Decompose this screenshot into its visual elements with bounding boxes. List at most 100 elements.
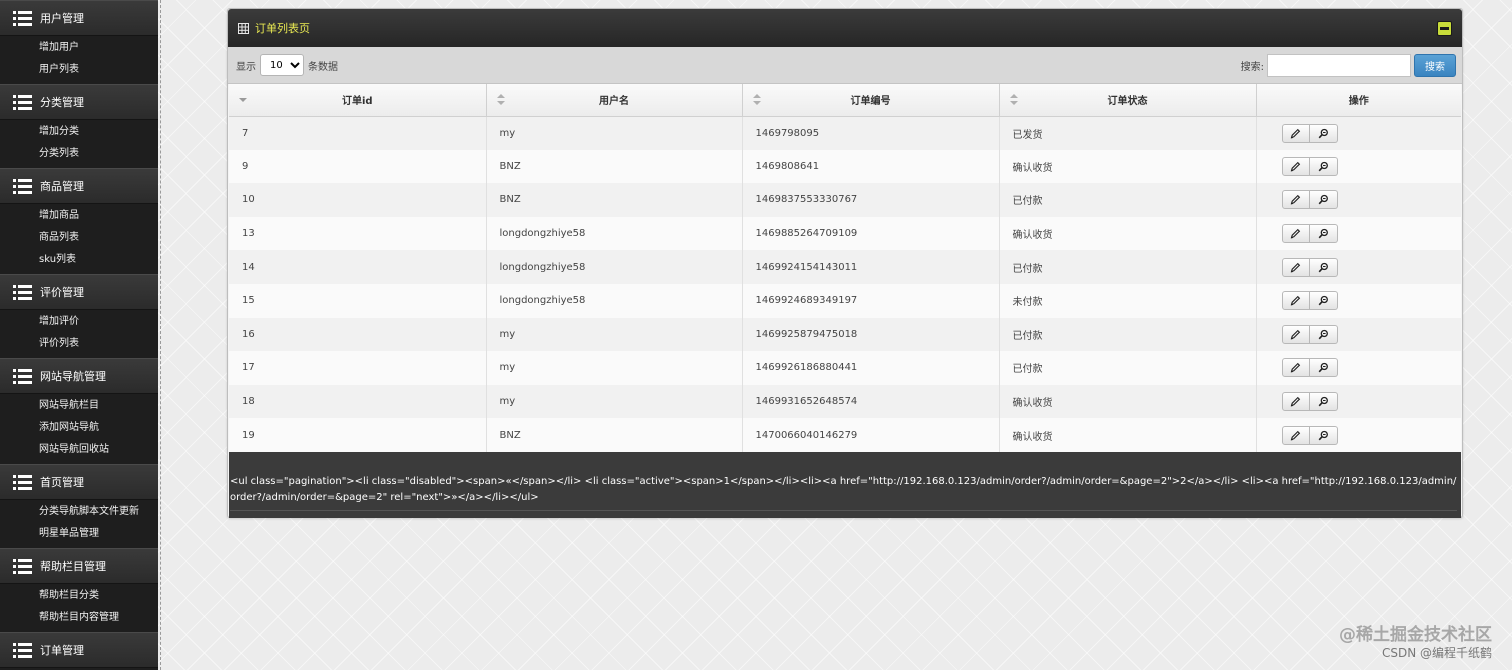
sidebar-item[interactable]: 用户列表: [0, 59, 158, 81]
nav-group-header[interactable]: 订单管理: [0, 632, 158, 668]
nav-group-title: 用户管理: [40, 12, 84, 25]
sidebar-item[interactable]: 明星单品管理: [0, 523, 158, 545]
sidebar-item[interactable]: 网站导航栏目: [0, 395, 158, 417]
view-button[interactable]: [1309, 291, 1338, 311]
nav-group: 分类管理 增加分类 分类列表: [0, 84, 158, 168]
sidebar-item[interactable]: 增加评价: [0, 311, 158, 333]
search-button[interactable]: 搜索: [1414, 54, 1456, 77]
view-button[interactable]: [1309, 190, 1338, 210]
sidebar-item[interactable]: 商品列表: [0, 227, 158, 249]
table-row: 19 BNZ 1470066040146279 确认收货: [229, 418, 1461, 452]
list-icon: [13, 178, 32, 194]
sidebar-divider: [160, 0, 161, 670]
nav-group-title: 帮助栏目管理: [40, 560, 106, 573]
column-header-order-status[interactable]: 订单状态: [999, 84, 1257, 117]
edit-icon: [1290, 296, 1301, 306]
nav-group: 订单管理订单列表: [0, 632, 158, 670]
edit-button[interactable]: [1281, 156, 1310, 176]
view-button[interactable]: [1309, 257, 1338, 277]
sidebar-item[interactable]: 添加网站导航: [0, 417, 158, 439]
view-button[interactable]: [1309, 224, 1338, 244]
row-action-group: [1281, 392, 1338, 412]
edit-button[interactable]: [1281, 190, 1310, 210]
view-button[interactable]: [1309, 358, 1338, 378]
sidebar-item[interactable]: 网站导航回收站: [0, 439, 158, 461]
cell-order-status: 确认收货: [999, 149, 1257, 184]
cell-order-number: 1469798095: [742, 116, 1000, 150]
cell-order-status: 已付款: [999, 317, 1257, 352]
nav-group-items: 网站导航栏目 添加网站导航 网站导航回收站: [0, 394, 158, 464]
view-button[interactable]: [1309, 425, 1338, 445]
nav-group-header[interactable]: 首页管理: [0, 464, 158, 500]
sidebar-item[interactable]: 增加用户: [0, 37, 158, 59]
cell-order-status: 确认收货: [999, 384, 1257, 419]
column-header-order-id[interactable]: 订单id: [229, 84, 487, 117]
edit-button[interactable]: [1281, 358, 1310, 378]
nav-group-header[interactable]: 网站导航管理: [0, 358, 158, 394]
sidebar-item[interactable]: 增加商品: [0, 205, 158, 227]
cell-order-status: 确认收货: [999, 418, 1257, 452]
nav-group-header[interactable]: 商品管理: [0, 168, 158, 204]
edit-button[interactable]: [1281, 224, 1310, 244]
nav-group: 商品管理 增加商品 商品列表 sku列表: [0, 168, 158, 274]
view-button[interactable]: [1309, 392, 1338, 412]
search-input[interactable]: [1267, 54, 1411, 77]
list-icon: [13, 642, 32, 658]
view-button[interactable]: [1309, 123, 1338, 143]
page-size-select[interactable]: 102550100: [260, 54, 304, 76]
edit-icon: [1290, 329, 1301, 340]
cell-actions: [1256, 116, 1461, 150]
cell-username: BNZ: [486, 183, 743, 217]
table-toolbar: 显示 102550100 条数据 搜索: 搜索: [228, 47, 1462, 84]
edit-icon: [1290, 363, 1301, 373]
cell-username: BNZ: [486, 418, 743, 452]
view-icon: [1318, 195, 1328, 205]
cell-order-id: 13: [229, 216, 487, 251]
row-action-group: [1281, 190, 1338, 210]
table-icon: [238, 22, 249, 34]
cell-order-id: 9: [229, 149, 487, 184]
edit-button[interactable]: [1281, 291, 1310, 311]
view-button[interactable]: [1309, 156, 1338, 176]
column-header-username[interactable]: 用户名: [486, 84, 743, 117]
cell-username: longdongzhiye58: [486, 250, 743, 284]
sidebar-item[interactable]: 帮助栏目内容管理: [0, 607, 158, 629]
cell-order-id: 7: [229, 116, 487, 150]
edit-button[interactable]: [1281, 392, 1310, 412]
edit-button[interactable]: [1281, 425, 1310, 445]
column-header-order-number[interactable]: 订单编号: [742, 84, 1000, 117]
sidebar-item[interactable]: 增加分类: [0, 121, 158, 143]
table-row: 13 longdongzhiye58 1469885264709109 确认收货: [229, 216, 1461, 251]
edit-icon: [1290, 195, 1301, 205]
cell-order-id: 15: [229, 283, 487, 318]
sidebar-item[interactable]: sku列表: [0, 249, 158, 271]
edit-button[interactable]: [1281, 123, 1310, 143]
sidebar-item[interactable]: 评价列表: [0, 333, 158, 355]
nav-group-header[interactable]: 用户管理: [0, 0, 158, 36]
collapse-button[interactable]: [1437, 21, 1452, 36]
nav-group-header[interactable]: 分类管理: [0, 84, 158, 120]
edit-button[interactable]: [1281, 257, 1310, 277]
nav-group-items: 分类导航脚本文件更新 明星单品管理: [0, 500, 158, 548]
nav-group-header[interactable]: 评价管理: [0, 274, 158, 310]
cell-order-number: 1469924689349197: [742, 283, 1000, 318]
cell-order-number: 1469837553330767: [742, 183, 1000, 217]
view-icon: [1318, 262, 1328, 273]
edit-button[interactable]: [1281, 324, 1310, 344]
nav-group-title: 首页管理: [40, 476, 84, 489]
sort-both-icon: [752, 94, 761, 105]
cell-order-status: 未付款: [999, 283, 1257, 318]
cell-order-id: 17: [229, 351, 487, 385]
sidebar: 用户管理 增加用户 用户列表 分类管理 增加分类 分类列表 商品管理 增加商品 商品列表 sku列…: [0, 0, 158, 670]
pagination-bar: <ul class="pagination"><li class="disabl…: [229, 451, 1461, 518]
sidebar-item[interactable]: 分类导航脚本文件更新: [0, 501, 158, 523]
view-button[interactable]: [1309, 324, 1338, 344]
cell-order-number: 1469931652648574: [742, 384, 1000, 419]
sidebar-item[interactable]: 帮助栏目分类: [0, 585, 158, 607]
sidebar-item[interactable]: 分类列表: [0, 143, 158, 165]
nav-group-header[interactable]: 帮助栏目管理: [0, 548, 158, 584]
row-action-group: [1281, 224, 1338, 244]
row-action-group: [1281, 291, 1338, 311]
watermark-line1: @稀土掘金技术社区: [1339, 625, 1492, 645]
cell-actions: [1256, 351, 1461, 385]
